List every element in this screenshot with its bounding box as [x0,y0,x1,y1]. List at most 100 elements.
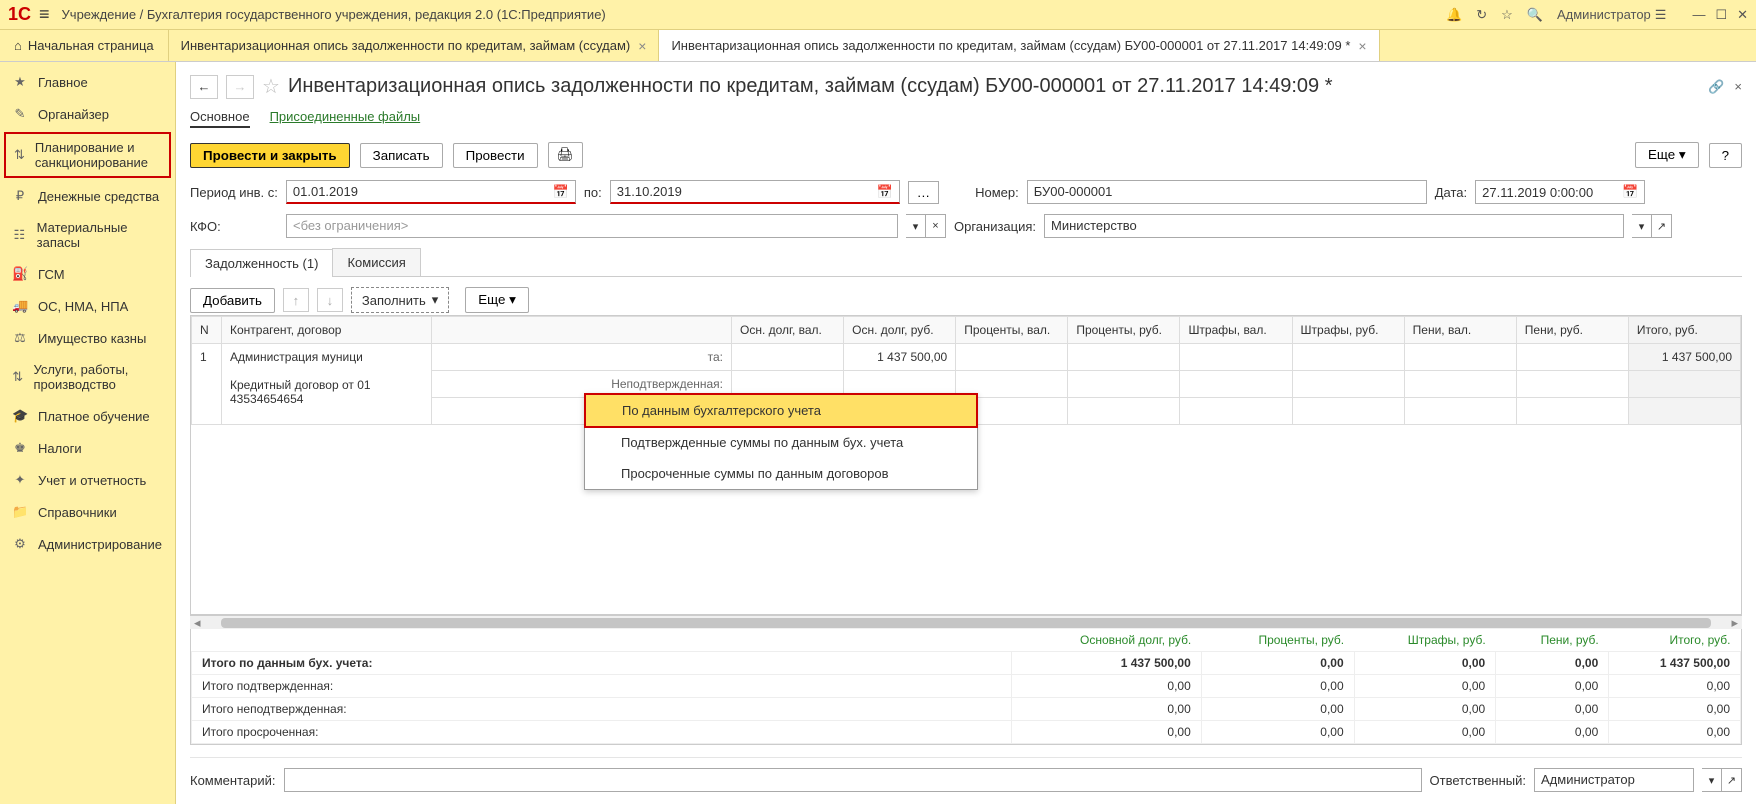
col-peni-rub[interactable]: Пени, руб. [1516,317,1628,344]
graduation-icon: 🎓 [12,408,28,424]
home-tab[interactable]: ⌂ Начальная страница [0,30,169,61]
sidebar-item-os[interactable]: 🚚ОС, НМА, НПА [0,290,175,322]
sidebar-item-accounting[interactable]: ✦Учет и отчетность [0,464,175,496]
totals-cell: 0,00 [1201,721,1354,744]
dropdown-icon[interactable]: ▾ [906,214,926,238]
tab-debt[interactable]: Задолженность (1) [190,249,333,277]
nav-forward-button[interactable]: → [226,75,254,99]
calendar-icon[interactable]: 📅 [1622,184,1638,200]
minimize-icon[interactable]: — [1692,7,1705,23]
chevron-down-icon: ▾ [432,292,439,308]
close-icon[interactable]: ✕ [1737,7,1748,23]
dropdown-item-overdue[interactable]: Просроченные суммы по данным договоров [585,458,977,489]
totals-cell: 1 437 500,00 [1609,652,1741,675]
col-procenty-val[interactable]: Проценты, вал. [956,317,1068,344]
col-shtrafy-val[interactable]: Штрафы, вал. [1180,317,1292,344]
sidebar-item-services[interactable]: ⇅Услуги, работы, производство [0,354,175,400]
sidebar-item-admin[interactable]: ⚙Администрирование [0,528,175,560]
comment-input[interactable] [284,768,1422,792]
tab-close-icon[interactable]: × [1358,38,1366,54]
sidebar-item-planning[interactable]: ⇅Планирование и санкционирование [4,132,171,178]
totals-col-peni: Пени, руб. [1496,629,1609,652]
fill-button[interactable]: Заполнить ▾ [351,287,449,313]
tab-document-active[interactable]: Инвентаризационная опись задолженности п… [659,30,1379,61]
period-picker-button[interactable]: … [908,181,939,204]
dropdown-item-confirmed[interactable]: Подтвержденные суммы по данным бух. учет… [585,427,977,458]
col-blank [432,317,732,344]
sidebar-item-catalogs[interactable]: 📁Справочники [0,496,175,528]
period-to-input[interactable]: 31.10.2019 📅 [610,180,900,204]
kfo-input[interactable]: <без ограничения> [286,214,898,238]
responsible-input[interactable]: Администратор [1534,768,1694,792]
open-icon[interactable]: ↗ [1652,214,1672,238]
totals-row: Итого просроченная:0,000,000,000,000,00 [192,721,1741,744]
totals-row: Итого подтвержденная:0,000,000,000,000,0… [192,675,1741,698]
totals-col-osn-dolg: Основной долг, руб. [1012,629,1202,652]
col-shtrafy-rub[interactable]: Штрафы, руб. [1292,317,1404,344]
close-doc-icon[interactable]: × [1734,79,1742,95]
sidebar-item-taxes[interactable]: ♚Налоги [0,432,175,464]
link-icon[interactable]: 🔗 [1708,79,1724,95]
tab-document-list[interactable]: Инвентаризационная опись задолженности п… [169,30,660,61]
more-button[interactable]: Еще ▾ [1635,142,1699,168]
col-n[interactable]: N [192,317,222,344]
number-input[interactable]: БУ00-000001 [1027,180,1427,204]
cash-icon: ₽ [12,188,28,204]
print-icon: 🖨 [557,147,574,162]
sidebar-item-cash[interactable]: ₽Денежные средства [0,180,175,212]
dropdown-icon[interactable]: ▾ [1702,768,1722,792]
col-contragent[interactable]: Контрагент, договор [222,317,432,344]
col-procenty-rub[interactable]: Проценты, руб. [1068,317,1180,344]
fuel-icon: ⛽ [12,266,28,282]
help-button[interactable]: ? [1709,143,1742,168]
post-button[interactable]: Провести [453,143,538,168]
bell-icon[interactable]: 🔔 [1446,7,1462,23]
totals-cell: 0,00 [1201,652,1354,675]
table-more-button[interactable]: Еще ▾ [465,287,529,313]
totals-col-itogo: Итого, руб. [1609,629,1741,652]
history-icon[interactable]: ↻ [1476,7,1487,23]
period-from-input[interactable]: 01.01.2019 📅 [286,180,576,204]
move-down-button[interactable]: ↓ [317,288,343,312]
sidebar-item-organizer[interactable]: ✎Органайзер [0,98,175,130]
clear-icon[interactable]: × [926,214,946,238]
nav-back-button[interactable]: ← [190,75,218,99]
sidebar-item-main[interactable]: ★Главное [0,66,175,98]
post-close-button[interactable]: Провести и закрыть [190,143,350,168]
star-icon[interactable]: ☆ [1501,7,1513,23]
totals-cell: 0,00 [1354,675,1496,698]
sidebar-item-gsm[interactable]: ⛽ГСМ [0,258,175,290]
sidebar-item-education[interactable]: 🎓Платное обучение [0,400,175,432]
print-button[interactable]: 🖨 [548,142,583,168]
org-input[interactable]: Министерство [1044,214,1624,238]
dropdown-item-accounting[interactable]: По данным бухгалтерского учета [584,393,978,428]
maximize-icon[interactable]: ☐ [1715,7,1727,23]
subtab-files[interactable]: Присоединенные файлы [270,109,421,128]
sidebar-item-treasury[interactable]: ⚖Имущество казны [0,322,175,354]
balance-icon: ⚖ [12,330,28,346]
write-button[interactable]: Записать [360,143,443,168]
tab-commission[interactable]: Комиссия [332,248,420,276]
search-icon[interactable]: 🔍 [1527,7,1543,23]
subtab-main[interactable]: Основное [190,109,250,128]
calendar-icon[interactable]: 📅 [553,184,569,200]
col-osn-dolg-val[interactable]: Осн. долг, вал. [732,317,844,344]
totals-cell: 0,00 [1012,721,1202,744]
add-button[interactable]: Добавить [190,288,275,313]
user-menu[interactable]: Администратор ☰ [1557,7,1666,23]
calendar-icon[interactable]: 📅 [877,184,893,200]
tab-close-icon[interactable]: × [638,38,646,54]
table-row[interactable]: 1 Администрация муници Кредитный договор… [192,344,1741,371]
favorite-star-icon[interactable]: ☆ [262,74,280,99]
hamburger-icon[interactable]: ≡ [39,4,50,25]
col-peni-val[interactable]: Пени, вал. [1404,317,1516,344]
horizontal-scrollbar[interactable]: ◂ ▸ [190,615,1742,629]
col-itogo-rub[interactable]: Итого, руб. [1628,317,1740,344]
move-up-button[interactable]: ↑ [283,288,309,312]
dropdown-icon[interactable]: ▾ [1632,214,1652,238]
date-input[interactable]: 27.11.2019 0:00:00 📅 [1475,180,1645,204]
col-osn-dolg-rub[interactable]: Осн. долг, руб. [844,317,956,344]
totals-cell: 0,00 [1496,652,1609,675]
open-icon[interactable]: ↗ [1722,768,1742,792]
sidebar-item-materials[interactable]: ☷Материальные запасы [0,212,175,258]
